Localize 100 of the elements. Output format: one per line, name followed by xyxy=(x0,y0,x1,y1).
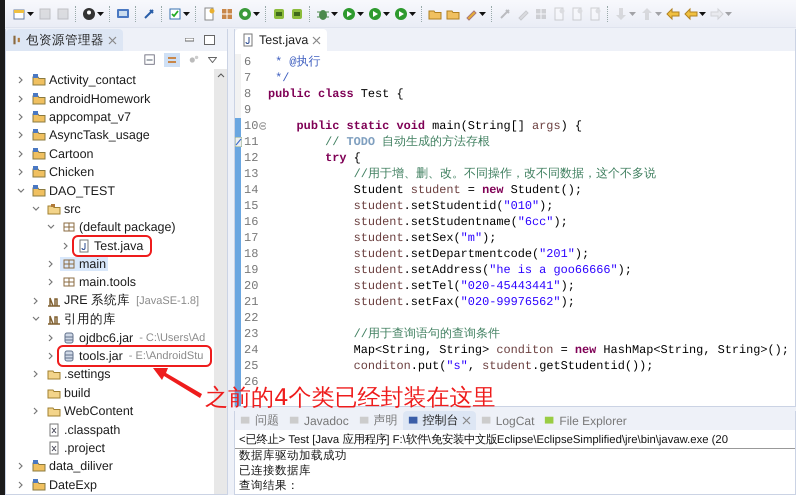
tree-item[interactable]: Test.java xyxy=(75,238,150,254)
line-number: 15 xyxy=(244,199,258,213)
android-icon xyxy=(272,6,286,20)
pin-icon xyxy=(142,6,156,20)
minimize-icon[interactable] xyxy=(185,38,194,42)
document-icon xyxy=(202,6,216,20)
panel-title: 包资源管理器 xyxy=(26,32,104,48)
console-output-line: 查询结果： xyxy=(238,479,300,494)
tree-item[interactable]: androidHomework xyxy=(30,92,152,106)
forward-arrow-icon xyxy=(710,6,724,20)
panel-tab[interactable]: 包资源管理器 xyxy=(6,29,123,51)
console-output-line: 数据库驱动加载成功 xyxy=(238,449,348,464)
tree-item[interactable]: ojdbc6.jar - C:\Users\Ad xyxy=(60,330,208,345)
view-tab[interactable]: Javadoc xyxy=(284,411,354,430)
line-number: 8 xyxy=(244,87,252,101)
console-output-line: 已连接数据库 xyxy=(238,464,312,479)
tree-item[interactable]: Chicken xyxy=(30,165,96,180)
maximize-icon[interactable] xyxy=(204,35,215,45)
line-number: 20 xyxy=(244,279,258,293)
grid-icon xyxy=(534,6,548,20)
dropdown-caret-icon xyxy=(357,12,364,16)
code-line: */ xyxy=(274,71,290,85)
console-header: <已终止> Test [Java 应用程序] F:\软件\免安装中文版Eclipse\EclipseSimplified\jre\bin\javaw.exe (20 xyxy=(235,430,795,449)
up-arrow-icon xyxy=(640,6,654,20)
tree-item[interactable]: .classpath xyxy=(45,422,122,437)
back-arrow-icon xyxy=(684,6,698,20)
tree-item[interactable]: DAO_TEST xyxy=(30,184,117,198)
line-number: 18 xyxy=(244,247,258,261)
dropdown-caret-icon xyxy=(383,12,390,16)
java-file-icon xyxy=(77,238,91,253)
close-icon[interactable] xyxy=(462,416,471,425)
android-icon xyxy=(290,6,304,20)
dropdown-caret-icon xyxy=(629,12,636,16)
code-line: Student student = new Student(); xyxy=(352,183,582,197)
view-tab[interactable]: LogCat xyxy=(476,411,540,430)
tree-item[interactable]: AsyncTask_usage xyxy=(30,128,152,142)
tree-item[interactable]: .settings xyxy=(45,367,113,382)
java-file-icon xyxy=(241,33,255,47)
code-line: student.setAddress("he is a goo66666"); xyxy=(352,263,632,277)
code-line: Map<String, String> conditon = new HashMap<String, String>(); xyxy=(352,343,789,357)
tree-item[interactable]: 引用的库 xyxy=(45,310,118,328)
dropdown-caret-icon xyxy=(331,12,338,16)
tree-item[interactable]: main.tools xyxy=(60,275,138,290)
close-icon[interactable] xyxy=(108,36,117,44)
code-line: // TODO 自动生成的方法存根 xyxy=(324,134,490,150)
view-icon xyxy=(358,414,371,426)
view-tab[interactable]: File Explorer xyxy=(539,411,632,430)
tree-item[interactable]: appcompat_v7 xyxy=(30,110,134,124)
close-icon[interactable] xyxy=(312,36,322,44)
code-line: public class Test { xyxy=(268,87,404,101)
dropdown-caret-icon xyxy=(27,12,34,16)
tree-item[interactable]: Activity_contact xyxy=(30,73,138,88)
view-icon xyxy=(408,414,420,426)
tree-item[interactable]: main xyxy=(60,257,108,272)
grid-icon xyxy=(220,6,234,20)
dropdown-caret-icon xyxy=(253,12,260,16)
tree-item[interactable]: tools.jar - E:\AndroidStu xyxy=(60,348,210,364)
dropdown-caret-icon xyxy=(655,12,662,16)
play-icon xyxy=(342,6,356,20)
tree-item[interactable]: build xyxy=(45,386,92,400)
save-icon xyxy=(56,6,70,20)
tree-item[interactable]: src xyxy=(45,202,83,216)
tree-item[interactable]: Cartoon xyxy=(30,146,96,161)
editor-tab[interactable]: Test.java xyxy=(235,29,328,51)
line-number: 16 xyxy=(244,215,258,229)
pin-icon xyxy=(498,6,512,20)
dropdown-caret-icon xyxy=(725,12,732,16)
scroll-up-icon[interactable] xyxy=(216,73,224,78)
project-folder-icon xyxy=(32,459,46,474)
back-arrow-icon xyxy=(666,6,680,20)
document-icon xyxy=(552,6,566,20)
line-number: 21 xyxy=(244,295,258,309)
view-tab[interactable]: 控制台 xyxy=(402,411,476,430)
view-tab[interactable]: 问题 xyxy=(235,411,284,430)
view-icon xyxy=(240,414,252,426)
line-number: 14 xyxy=(244,183,258,197)
document-icon xyxy=(588,6,602,20)
project-folder-icon xyxy=(32,184,46,198)
project-folder-icon xyxy=(32,92,46,106)
package-icon xyxy=(62,257,76,272)
fold-icon[interactable] xyxy=(259,122,266,130)
view-menu-icon[interactable] xyxy=(208,57,217,63)
view-tab[interactable]: 声明 xyxy=(354,411,403,430)
dropdown-caret-icon xyxy=(479,12,486,16)
code-line: public static void main(String[] args) { xyxy=(296,119,582,133)
checkbox-icon xyxy=(168,6,182,20)
tree-item[interactable]: DateExp xyxy=(30,478,99,492)
tree-item[interactable]: .project xyxy=(45,441,107,455)
xml-file-icon xyxy=(47,422,61,437)
tree-item[interactable]: WebContent xyxy=(45,404,136,418)
tree-item[interactable]: (default package) xyxy=(60,220,178,234)
xml-file-icon xyxy=(47,441,61,455)
dropdown-caret-icon xyxy=(699,12,706,16)
down-arrow-icon xyxy=(614,6,628,20)
code-line: //用于查询语句的查询条件 xyxy=(352,326,500,342)
project-folder-icon xyxy=(32,478,46,492)
tree-item[interactable]: data_diliver xyxy=(30,459,115,474)
tree-item[interactable]: JRE 系统库 [JavaSE-1.8] xyxy=(45,292,202,310)
line-number: 12 xyxy=(244,151,258,165)
line-number: 11 xyxy=(244,135,258,149)
